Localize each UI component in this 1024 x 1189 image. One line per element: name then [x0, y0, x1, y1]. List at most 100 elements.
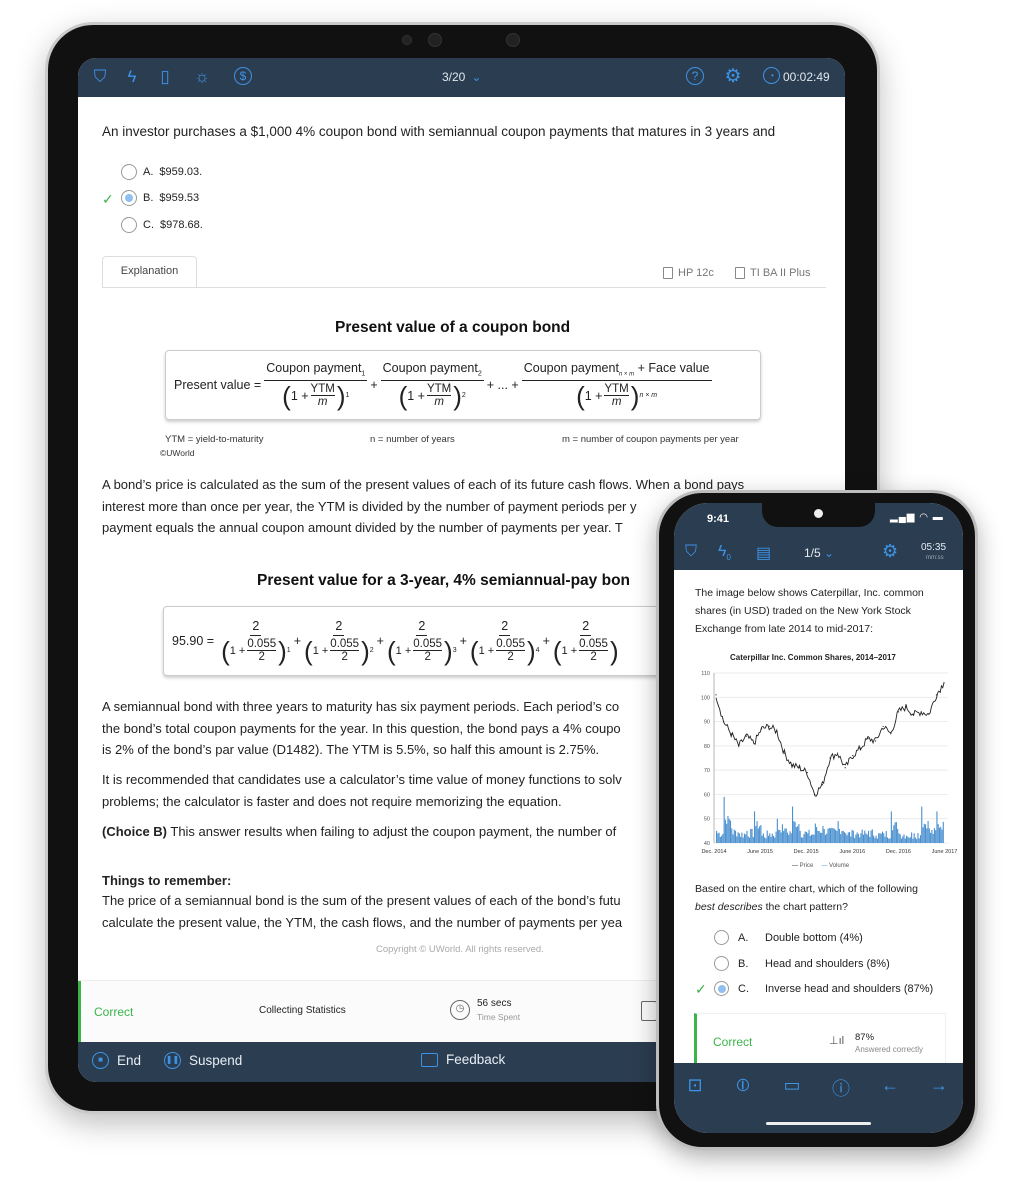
book-icon[interactable]: ▤: [756, 543, 771, 563]
volume-bar: [822, 826, 824, 843]
option-b[interactable]: B. Head and shoulders (8%): [714, 956, 890, 971]
time-spent-value: 56 secs: [477, 998, 512, 1009]
price-point: [715, 694, 717, 696]
price-point: [852, 754, 854, 757]
price-point: [791, 764, 793, 766]
option-a[interactable]: A. $959.03.: [121, 164, 202, 180]
volume-bar: [927, 821, 929, 843]
volume-bar: [740, 836, 742, 843]
volume-bar: [750, 829, 752, 843]
gear-icon[interactable]: ⚙: [882, 541, 898, 562]
volume-bar: [766, 830, 768, 843]
volume-bar: [854, 838, 856, 843]
hp12c-label: HP 12c: [678, 267, 714, 279]
hp12c-button[interactable]: HP 12c: [663, 267, 714, 279]
tiba-button[interactable]: TI BA II Plus: [735, 267, 811, 279]
timer-unit: mm:ss: [926, 555, 944, 561]
y-tick-label: 90: [704, 720, 710, 726]
volume-bar: [879, 833, 881, 843]
arrow-left-icon[interactable]: ←: [879, 1075, 901, 1096]
radio[interactable]: [714, 981, 729, 996]
radio[interactable]: [121, 190, 137, 206]
result-status: Correct: [713, 1035, 753, 1049]
question-selector[interactable]: 3/20 ⌄: [442, 70, 481, 84]
pause-icon: ❚❚: [164, 1052, 181, 1069]
phone-bottom-toolbar: ⊡ ⦶ ▭ ⓘ ← →: [674, 1063, 963, 1133]
volume-bar: [859, 837, 861, 843]
volume-bar: [731, 828, 733, 843]
dollar-icon[interactable]: $: [234, 67, 252, 85]
volume-bar: [852, 830, 854, 843]
volume-bar: [906, 835, 908, 843]
price-point: [935, 694, 937, 696]
note-icon[interactable]: ▯: [155, 67, 175, 87]
y-tick-label: 100: [701, 695, 710, 701]
gear-icon[interactable]: ⚙: [723, 67, 743, 87]
end-button[interactable]: ■ End: [92, 1052, 141, 1069]
option-b[interactable]: B. $959.53: [121, 190, 199, 206]
volume-bar: [814, 823, 816, 843]
pause-icon[interactable]: ⦶: [732, 1075, 754, 1096]
legend-m: m = number of coupon payments per year: [562, 434, 739, 445]
suspend-button[interactable]: ❚❚ Suspend: [164, 1052, 242, 1069]
calculator-icon: [735, 267, 745, 279]
remember-title: Things to remember:: [102, 873, 232, 888]
volume-bar: [831, 827, 833, 843]
volume-bar: [786, 832, 789, 843]
flash-icon[interactable]: ϟ: [122, 67, 142, 87]
volume-bar: [729, 820, 732, 843]
volume-bar: [932, 833, 934, 843]
arrow-right-icon[interactable]: →: [928, 1075, 950, 1096]
feedback-icon[interactable]: ▭: [781, 1075, 803, 1096]
volume-bar: [811, 834, 813, 843]
option-a[interactable]: A. Double bottom (4%): [714, 930, 863, 945]
volume-bar: [759, 826, 761, 843]
question-selector[interactable]: 1/5 ⌄: [804, 546, 834, 560]
paragraph: It is recommended that candidates use a …: [102, 772, 622, 809]
percent-correct: 87%: [855, 1032, 875, 1043]
legend-volume: — Volume: [821, 863, 850, 869]
feedback-button[interactable]: Feedback: [421, 1052, 505, 1067]
x-tick-label: Dec. 2014: [701, 849, 726, 855]
radio[interactable]: [121, 164, 137, 180]
statistics-status: Collecting Statistics: [259, 1005, 346, 1016]
top-toolbar: ⛉ ϟ ▯ ☼ $ 3/20 ⌄ ? ⚙ ◔ 00:02:49: [78, 58, 845, 97]
option-c[interactable]: C. Inverse head and shoulders (87%): [714, 981, 933, 996]
option-c[interactable]: C. $978.68.: [121, 217, 203, 233]
volume-bar: [733, 829, 735, 843]
info-icon[interactable]: ⓘ: [830, 1075, 852, 1101]
radio[interactable]: [714, 930, 729, 945]
chevron-down-icon: ⌄: [471, 70, 482, 84]
volume-bar: [833, 828, 835, 843]
volume-bar: [716, 830, 718, 843]
stop-icon[interactable]: ⊡: [684, 1075, 706, 1096]
volume-bar: [866, 834, 868, 843]
volume-bar: [818, 830, 820, 843]
volume-bar: [752, 836, 754, 843]
volume-bar: [862, 834, 865, 843]
volume-bar: [884, 836, 886, 843]
flash-icon[interactable]: ϟ0: [718, 543, 731, 562]
price-point: [761, 728, 763, 730]
price-point: [799, 767, 801, 769]
bookmark-icon[interactable]: ⛉: [685, 543, 697, 561]
volume-bar: [926, 828, 928, 843]
radio[interactable]: [121, 217, 137, 233]
volume-bar: [894, 822, 896, 843]
volume-bar: [909, 837, 911, 843]
volume-bar: [941, 829, 943, 843]
volume-bar: [737, 832, 739, 843]
tab-explanation[interactable]: Explanation: [102, 256, 197, 288]
clock-icon: ◷: [450, 1000, 470, 1020]
volume-bar: [900, 838, 903, 843]
lightbulb-icon[interactable]: ☼: [192, 67, 212, 87]
volume-bar: [911, 832, 913, 843]
radio[interactable]: [714, 956, 729, 971]
volume-bar: [742, 837, 744, 843]
help-icon[interactable]: ?: [686, 67, 704, 85]
tablet-camera: [402, 35, 412, 45]
volume-bar: [724, 819, 726, 843]
bookmark-icon[interactable]: ⛉: [90, 67, 110, 87]
volume-bar: [809, 835, 811, 843]
fraction-term: 2(1 +0.055 2) 2: [304, 618, 374, 666]
